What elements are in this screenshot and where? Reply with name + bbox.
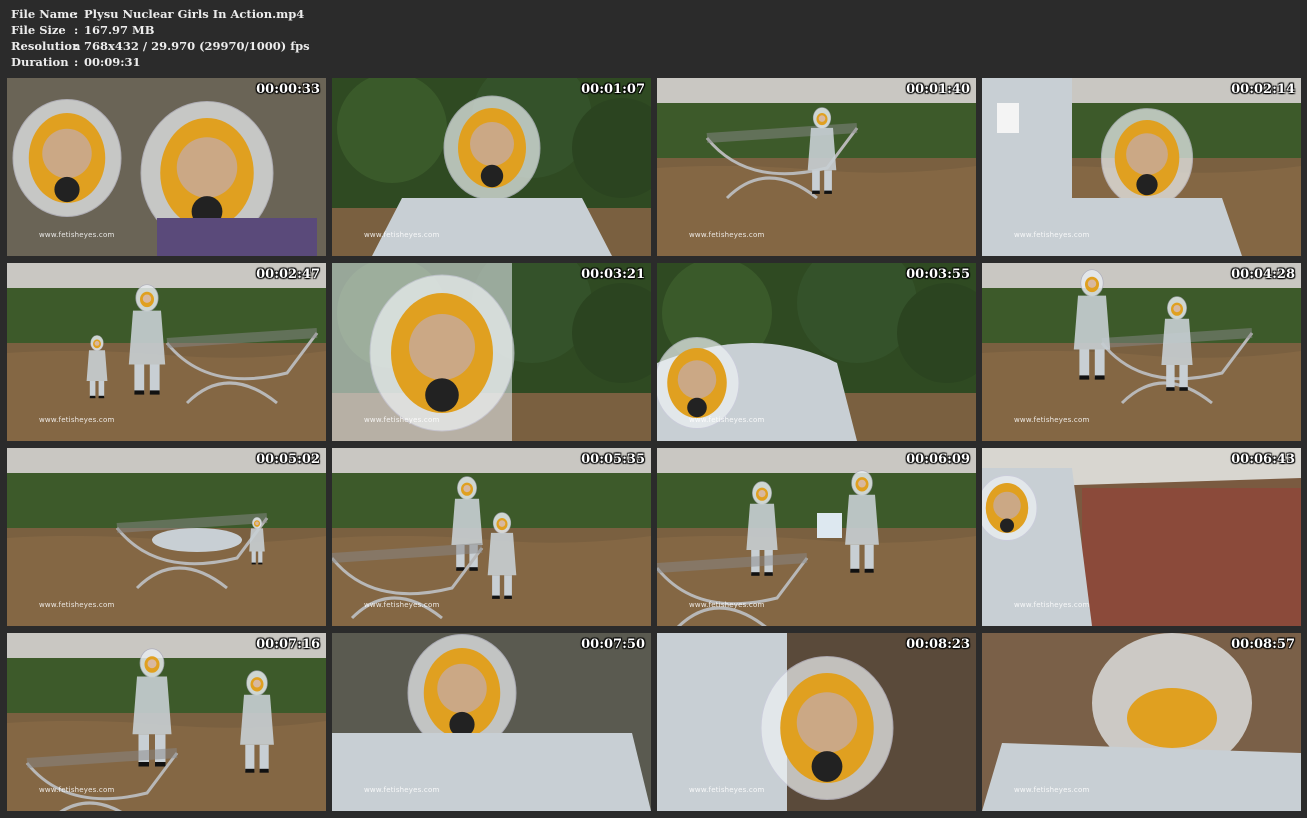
timestamp-label: 00:05:02 <box>256 452 320 467</box>
timestamp-label: 00:01:40 <box>906 82 970 97</box>
timestamp-label: 00:07:50 <box>581 637 645 652</box>
timestamp-label: 00:06:43 <box>1231 452 1295 467</box>
timestamp-label: 00:03:55 <box>906 267 970 282</box>
video-thumbnail[interactable]: 00:02:47 www.fetisheyes.com <box>7 263 326 441</box>
video-thumbnail[interactable]: 00:05:35 www.fetisheyes.com <box>332 448 651 626</box>
watermark-text: www.fetisheyes.com <box>364 416 440 424</box>
watermark-text: www.fetisheyes.com <box>1014 416 1090 424</box>
duration-row: Duration : 00:09:31 <box>11 54 310 70</box>
timestamp-label: 00:04:28 <box>1231 267 1295 282</box>
timestamp-label: 00:01:07 <box>581 82 645 97</box>
video-thumbnail[interactable]: 00:07:50 www.fetisheyes.com <box>332 633 651 811</box>
duration-value: 00:09:31 <box>84 55 141 69</box>
video-thumbnail[interactable]: 00:06:09 www.fetisheyes.com <box>657 448 976 626</box>
timestamp-label: 00:05:35 <box>581 452 645 467</box>
separator: : <box>74 7 79 21</box>
watermark-text: www.fetisheyes.com <box>1014 601 1090 609</box>
timestamp-label: 00:08:57 <box>1231 637 1295 652</box>
thumbnail-frame-image <box>332 448 651 626</box>
video-thumbnail[interactable]: 00:07:16 www.fetisheyes.com <box>7 633 326 811</box>
separator: : <box>74 55 79 69</box>
file-name-row: File Name : Plysu Nuclear Girls In Actio… <box>11 6 310 22</box>
file-size-value: 167.97 MB <box>84 23 155 37</box>
video-thumbnail[interactable]: 00:00:33 www.fetisheyes.com <box>7 78 326 256</box>
thumbnail-grid: 00:00:33 www.fetisheyes.com 00:01:07 www… <box>7 78 1301 811</box>
watermark-text: www.fetisheyes.com <box>364 601 440 609</box>
watermark-text: www.fetisheyes.com <box>689 786 765 794</box>
video-thumbnail[interactable]: 00:03:55 www.fetisheyes.com <box>657 263 976 441</box>
watermark-text: www.fetisheyes.com <box>1014 231 1090 239</box>
watermark-text: www.fetisheyes.com <box>1014 786 1090 794</box>
watermark-text: www.fetisheyes.com <box>689 416 765 424</box>
video-thumbnail[interactable]: 00:06:43 www.fetisheyes.com <box>982 448 1301 626</box>
video-thumbnail[interactable]: 00:05:02 www.fetisheyes.com <box>7 448 326 626</box>
video-thumbnail[interactable]: 00:01:40 www.fetisheyes.com <box>657 78 976 256</box>
thumbnail-frame-image <box>982 78 1301 256</box>
duration-label: Duration <box>11 55 69 69</box>
thumbnail-frame-image <box>332 633 651 811</box>
video-thumbnail[interactable]: 00:02:14 www.fetisheyes.com <box>982 78 1301 256</box>
thumbnail-frame-image <box>7 448 326 626</box>
watermark-text: www.fetisheyes.com <box>364 786 440 794</box>
watermark-text: www.fetisheyes.com <box>39 601 115 609</box>
separator: : <box>74 23 79 37</box>
file-name-label: File Name <box>11 7 77 21</box>
resolution-row: Resolution : 768x432 / 29.970 (29970/100… <box>11 38 310 54</box>
video-thumbnail[interactable]: 00:01:07 www.fetisheyes.com <box>332 78 651 256</box>
timestamp-label: 00:03:21 <box>581 267 645 282</box>
watermark-text: www.fetisheyes.com <box>364 231 440 239</box>
file-info-header: File Name : Plysu Nuclear Girls In Actio… <box>11 6 310 70</box>
watermark-text: www.fetisheyes.com <box>39 416 115 424</box>
thumbnail-frame-image <box>657 78 976 256</box>
watermark-text: www.fetisheyes.com <box>689 231 765 239</box>
file-size-label: File Size <box>11 23 66 37</box>
thumbnail-frame-image <box>332 78 651 256</box>
thumbnail-frame-image <box>657 633 976 811</box>
resolution-label: Resolution <box>11 39 81 53</box>
video-thumbnail[interactable]: 00:08:57 www.fetisheyes.com <box>982 633 1301 811</box>
watermark-text: www.fetisheyes.com <box>689 601 765 609</box>
video-thumbnail[interactable]: 00:03:21 www.fetisheyes.com <box>332 263 651 441</box>
thumbnail-frame-image <box>332 263 651 441</box>
timestamp-label: 00:07:16 <box>256 637 320 652</box>
timestamp-label: 00:06:09 <box>906 452 970 467</box>
timestamp-label: 00:02:47 <box>256 267 320 282</box>
timestamp-label: 00:02:14 <box>1231 82 1295 97</box>
thumbnail-frame-image <box>982 448 1301 626</box>
separator: : <box>74 39 79 53</box>
watermark-text: www.fetisheyes.com <box>39 231 115 239</box>
video-thumbnail[interactable]: 00:04:28 www.fetisheyes.com <box>982 263 1301 441</box>
video-thumbnail[interactable]: 00:08:23 www.fetisheyes.com <box>657 633 976 811</box>
thumbnail-frame-image <box>7 633 326 811</box>
timestamp-label: 00:08:23 <box>906 637 970 652</box>
file-name-value: Plysu Nuclear Girls In Action.mp4 <box>84 7 305 21</box>
resolution-value: 768x432 / 29.970 (29970/1000) fps <box>84 39 310 53</box>
thumbnail-frame-image <box>7 78 326 256</box>
thumbnail-frame-image <box>982 633 1301 811</box>
timestamp-label: 00:00:33 <box>256 82 320 97</box>
watermark-text: www.fetisheyes.com <box>39 786 115 794</box>
thumbnail-frame-image <box>7 263 326 441</box>
thumbnail-frame-image <box>982 263 1301 441</box>
file-size-row: File Size : 167.97 MB <box>11 22 310 38</box>
thumbnail-frame-image <box>657 263 976 441</box>
thumbnail-frame-image <box>657 448 976 626</box>
